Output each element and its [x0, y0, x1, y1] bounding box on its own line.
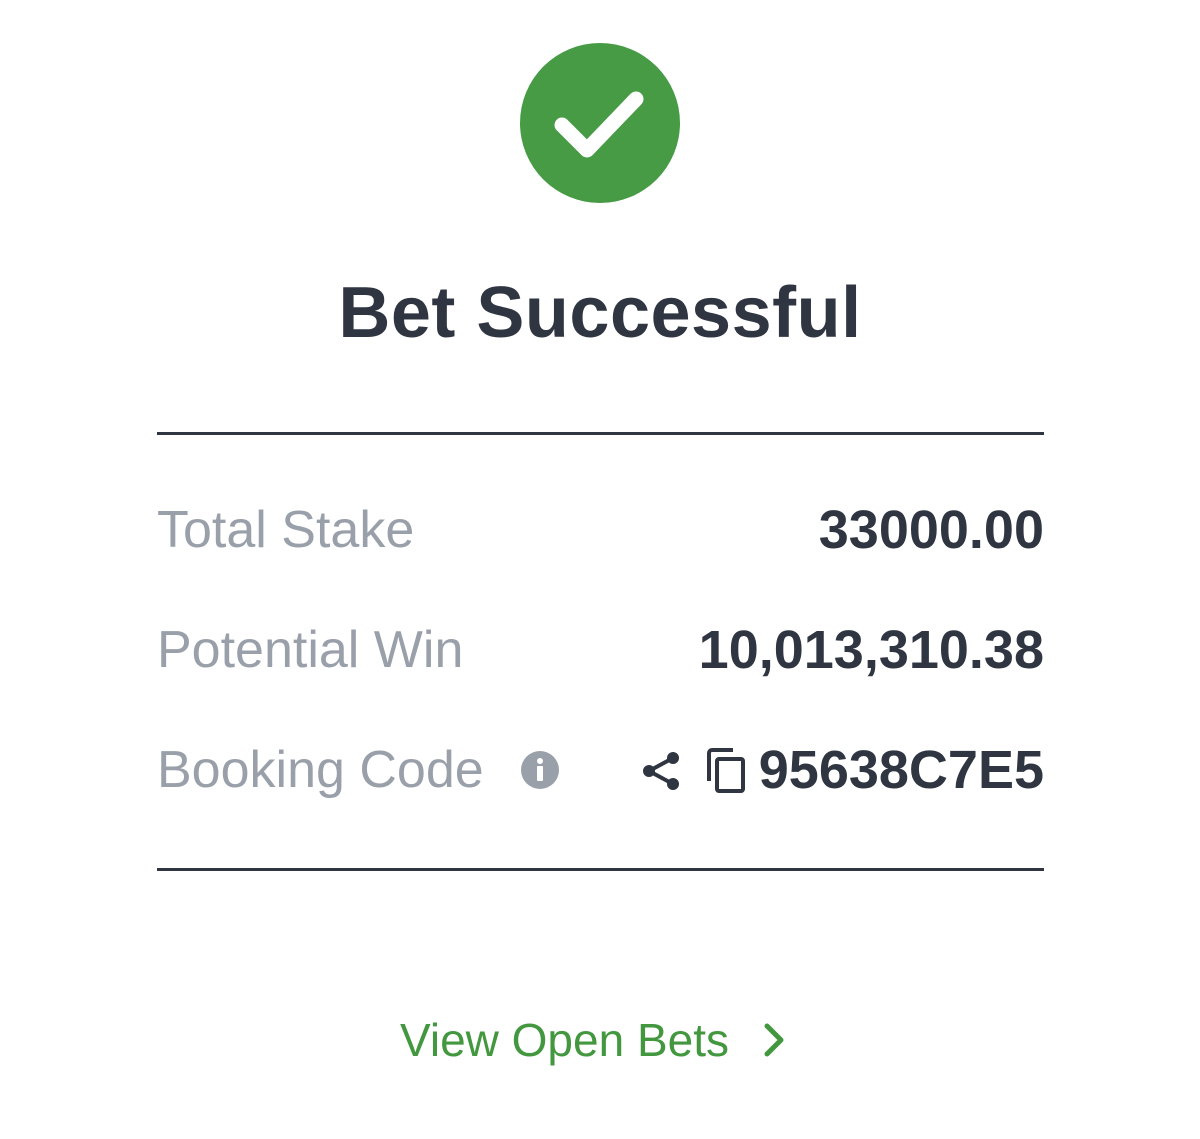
booking-code-value[interactable]: 95638C7E5: [759, 735, 1044, 805]
copy-icon[interactable]: [703, 747, 747, 795]
top-divider: [157, 432, 1044, 435]
potential-win-value: 10,013,310.38: [698, 620, 1044, 680]
potential-win-label: Potential Win: [157, 621, 464, 679]
potential-win-row: Potential Win 10,013,310.38: [157, 615, 1044, 685]
total-stake-row: Total Stake 33000.00: [157, 495, 1044, 565]
info-icon[interactable]: [520, 750, 560, 790]
view-open-bets-label: View Open Bets: [400, 1014, 730, 1066]
check-circle-icon: [520, 43, 680, 203]
view-open-bets-link[interactable]: View Open Bets: [400, 1008, 800, 1072]
total-stake-label: Total Stake: [157, 501, 415, 559]
bottom-divider: [157, 868, 1044, 871]
booking-code-label: Booking Code: [157, 741, 484, 799]
chevron-right-icon: [764, 1023, 784, 1057]
booking-code-row: Booking Code 95638C7E5: [157, 735, 1044, 805]
total-stake-value: 33000.00: [818, 500, 1044, 560]
share-icon[interactable]: [639, 749, 683, 793]
page-title: Bet Successful: [338, 273, 862, 353]
